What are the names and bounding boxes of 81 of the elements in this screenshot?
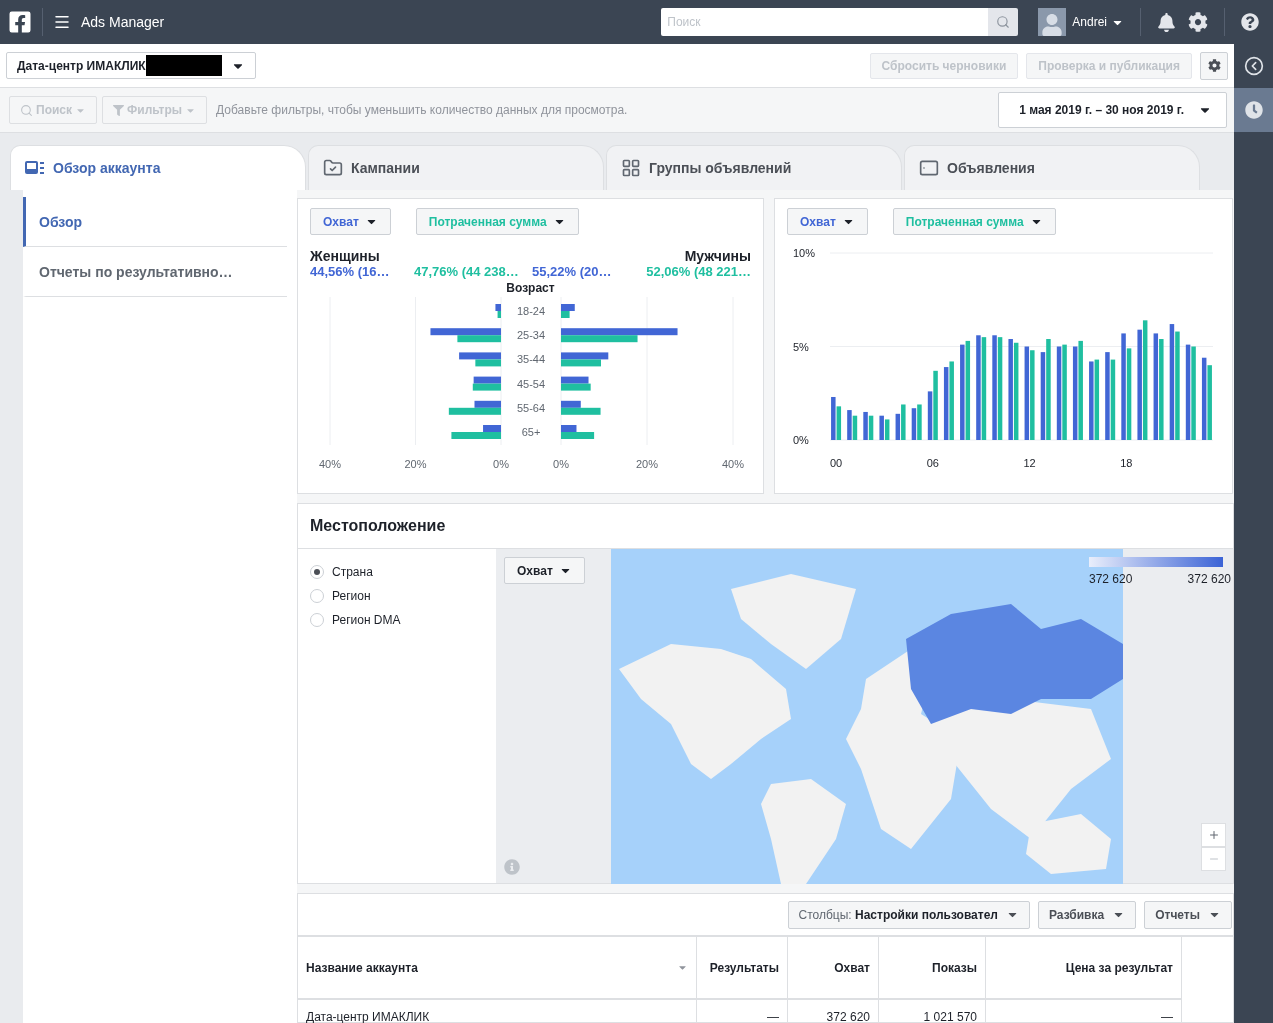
avatar[interactable] [1038,8,1067,36]
radio-option[interactable]: Регион [310,589,484,603]
search-icon [20,103,33,117]
column-header[interactable]: Охват [788,937,879,1000]
radio-option[interactable]: Страна [310,565,484,579]
axis-tick-label: 40% [722,458,744,470]
filter-hint: Добавьте фильтры, чтобы уменьшить количество данных для просмотра. [216,103,628,117]
breakdown-dropdown[interactable]: Разбивка [1038,900,1137,929]
age-label: 55-64 [516,401,546,414]
metric-dropdown[interactable]: Охват [787,208,868,235]
radio-option[interactable]: Регион DMA [310,613,484,627]
date-range-button[interactable]: 1 мая 2019 г. – 30 ноя 2019 г. [998,92,1227,128]
column-header[interactable]: Цена за результат [986,937,1182,1000]
reports-dropdown[interactable]: Отчеты [1144,900,1232,929]
axis-tick-label: 18 [1120,457,1133,469]
metric-dropdown[interactable]: Охват [310,208,391,235]
age-label: 35-44 [516,353,546,366]
gear-icon [1188,12,1208,32]
men-spend-value: 52,06% (48 221… [645,264,751,279]
chevron-left-icon [1243,56,1264,76]
axis-tick-label: 0% [553,458,569,470]
gear-icon [1207,59,1221,72]
tab[interactable]: Кампании [308,145,604,190]
settings-button[interactable] [1200,51,1228,80]
sidebar-item[interactable]: Обзор [23,197,287,247]
table-cell: Дата-центр ИМАКЛИК [298,1000,697,1023]
axis-tick-label: 0% [793,434,809,446]
column-header-label: Название аккаунта [306,960,418,975]
axis-tick-label: 5% [793,340,809,353]
help-icon [1241,13,1259,31]
men-reach-value: 55,22% (20… [532,264,613,279]
user-menu-button[interactable]: Andrei [1066,15,1130,29]
column-header[interactable]: Показы [879,937,986,1000]
table-cell: 1 021 570 [879,1000,986,1023]
search-button[interactable] [988,8,1019,36]
legend-min-label: 372 620 [1089,572,1133,586]
age-label: 45-54 [516,377,546,390]
search-field[interactable]: Поиск [661,8,989,36]
axis-tick-label: 06 [926,457,939,469]
table-cell: 372 620 [788,1000,879,1023]
men-title: Мужчины [684,248,751,264]
tab[interactable]: Обзор аккаунта [10,145,306,190]
axis-tick-label: 12 [1023,457,1036,469]
columns-dropdown[interactable]: Столбцы: Настройки пользовател [787,900,1030,929]
women-reach-value: 44,56% (16… [310,264,391,279]
axis-tick-label: 20% [404,458,427,470]
grid-icon [621,158,641,178]
legend-max-label: 372 620 [1187,572,1231,586]
age-label: 25-34 [516,329,546,342]
account-overview-icon [25,160,45,176]
axis-tick-label: 10% [793,247,816,259]
tablet-icon [919,158,939,178]
women-spend-value: 47,76% (44 238… [414,264,520,279]
account-selector[interactable]: Дата-центр ИМАКЛИК [6,52,256,79]
table-cell: — [697,1000,788,1023]
metric-dropdown[interactable]: Охват [504,557,585,584]
app-title: Ads Manager [81,14,165,30]
axis-title: Возраст [505,281,556,295]
axis-tick-label: 20% [636,458,658,470]
women-title: Женщины [310,248,380,264]
plus-icon [1207,829,1220,841]
menu-icon[interactable] [53,13,71,31]
tab[interactable]: Объявления [904,145,1200,190]
axis-tick-label: 40% [319,458,341,470]
age-label: 65+ [521,426,541,438]
column-header[interactable]: Название аккаунта [298,937,697,1000]
folder-check-icon [323,158,343,178]
table-cell: — [986,1000,1182,1023]
filter-icon [113,104,124,116]
history-button[interactable] [1234,88,1273,132]
axis-tick-label: 00 [829,457,843,469]
sidebar-item[interactable]: Отчеты по результативно… [23,247,287,297]
bell-icon [1157,12,1176,32]
tab[interactable]: Группы объявлений [606,145,902,190]
column-header[interactable]: Результаты [697,937,788,1000]
search-icon [996,15,1011,29]
age-label: 18-24 [516,305,546,317]
section-title: Местоположение [310,517,446,535]
axis-tick-label: 0% [493,458,509,470]
facebook-logo-icon[interactable] [8,10,32,34]
clock-icon [1244,101,1263,119]
